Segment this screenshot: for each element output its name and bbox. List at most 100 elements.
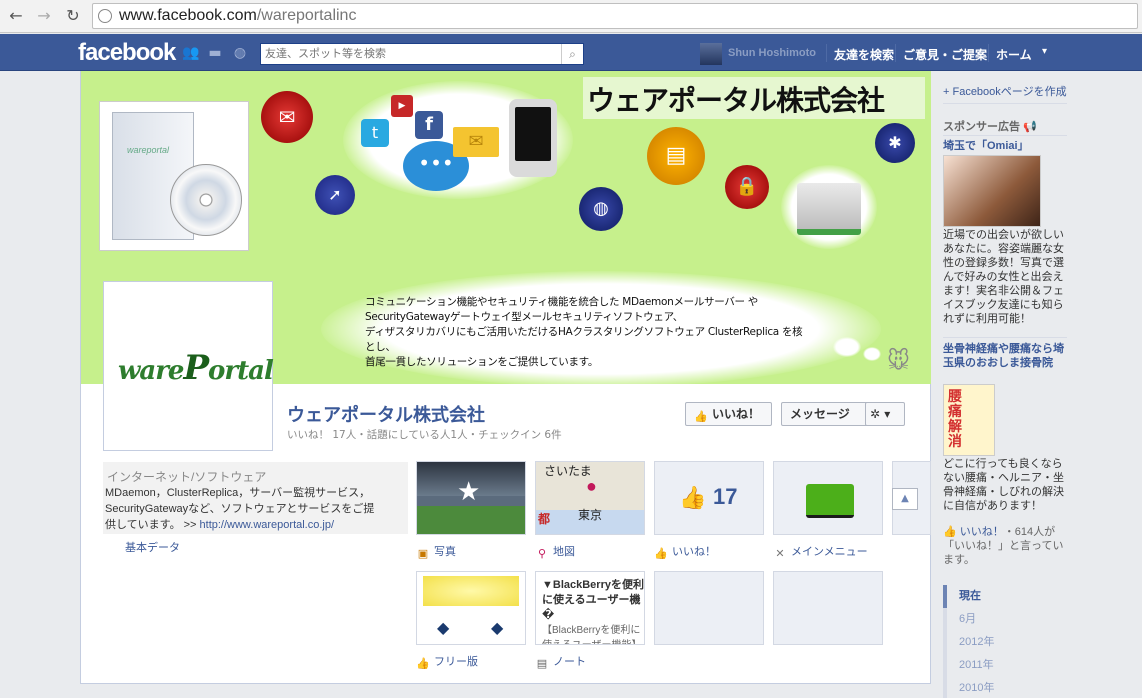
- user-name-link[interactable]: Shun Hoshimoto: [728, 47, 816, 59]
- likes-label: いいね！: [672, 546, 716, 558]
- page-title[interactable]: ウェアポータル株式会社: [287, 401, 485, 427]
- small-bubble: [863, 347, 881, 361]
- ad1-image[interactable]: [943, 155, 1041, 227]
- stadium-field: [417, 506, 525, 534]
- home-link[interactable]: ホーム: [996, 46, 1032, 63]
- logo-part: ware: [118, 356, 184, 386]
- page-main-column: ウェアポータル株式会社 wareportal ▶ t f ••• ✉ ✉ ➚ ◍…: [80, 71, 931, 684]
- messages-icon[interactable]: ▬: [207, 45, 223, 61]
- search-icon[interactable]: ⌕: [561, 44, 583, 64]
- free-version-tile[interactable]: ◆ ◆: [416, 571, 526, 645]
- mail-red-icon: ✉: [261, 91, 313, 143]
- divider: [988, 44, 989, 62]
- divider: [943, 337, 1067, 338]
- map-label-to: 都: [538, 512, 551, 526]
- page-category: インターネット/ソフトウェア: [107, 470, 267, 484]
- user-avatar[interactable]: [700, 43, 722, 65]
- timeline-item-2010[interactable]: 2010年: [943, 677, 1067, 698]
- divider: [895, 44, 896, 62]
- timeline-item-2011[interactable]: 2011年: [943, 654, 1067, 677]
- url-host: www.facebook.com: [119, 7, 257, 24]
- website-link[interactable]: http://www.wareportal.co.jp/: [200, 519, 335, 531]
- page-globe-icon: [98, 9, 112, 23]
- cover-description: コミュニケーション機能やセキュリティ機能を統合した MDaemonメールサーバー…: [365, 295, 805, 370]
- thumbs-up-icon: 👍: [943, 526, 957, 538]
- search-box: ⌕: [260, 43, 584, 65]
- server-cluster-icon: [797, 183, 861, 235]
- ad1-title[interactable]: 埼玉で「Omiai」: [943, 139, 1067, 153]
- free-version-tab[interactable]: 👍 フリー版: [416, 653, 478, 670]
- cover-line: コミュニケーション機能やセキュリティ機能を統合した MDaemonメールサーバー…: [365, 296, 758, 308]
- smartphone-icon: [509, 99, 557, 177]
- network-globe-icon: ➚: [315, 175, 355, 215]
- like-page-button[interactable]: 👍 いいね！: [685, 402, 772, 426]
- forward-arrow-icon[interactable]: →: [34, 6, 54, 26]
- likes-count: 17: [713, 484, 738, 509]
- like-icon: 👍: [654, 547, 668, 560]
- address-bar[interactable]: www.facebook.com/wareportalinc: [92, 3, 1138, 29]
- cover-line: SecurityGatewayゲートウェイ型メールセキュリティソフトウェア、: [365, 311, 683, 323]
- search-input[interactable]: [265, 46, 555, 62]
- main-menu-tile[interactable]: [773, 461, 883, 535]
- sponsored-label: スポンサー広告: [943, 121, 1020, 133]
- ad2-like-link[interactable]: いいね！: [960, 526, 1004, 538]
- feedback-link[interactable]: ご意見・ご提案: [903, 46, 987, 63]
- lock-icon: 🔒: [725, 165, 769, 209]
- profile-picture[interactable]: warePortal: [103, 281, 274, 451]
- ad1-text[interactable]: 近場での出会いが欲しいあなたに。容姿端麗な女性の登録多数！写真で選んで好みの女性…: [943, 228, 1067, 326]
- cd-disc: [170, 164, 242, 236]
- create-page-link[interactable]: + Facebookページを作成: [943, 83, 1067, 99]
- note-body: 【BlackBerryを便利に使えるユーザー機能】に: [542, 625, 642, 644]
- find-friends-link[interactable]: 友達を検索: [834, 46, 894, 63]
- twitter-icon: t: [361, 119, 389, 147]
- notes-tab[interactable]: ▤ ノート: [535, 653, 586, 670]
- back-arrow-icon[interactable]: ←: [6, 6, 26, 26]
- page-description: MDaemon，ClusterReplica，サーバー監視サービス，Securi…: [105, 485, 385, 533]
- ad2-image[interactable]: 腰痛解消: [943, 384, 995, 456]
- url-text[interactable]: www.facebook.com/wareportalinc: [119, 7, 356, 25]
- main-menu-tab[interactable]: ✕ メインメニュー: [773, 543, 867, 560]
- network-nodes-icon: ✱: [875, 123, 915, 163]
- cover-title: ウェアポータル株式会社: [587, 84, 885, 117]
- url-path: /wareportalinc: [256, 7, 357, 24]
- basic-info-link[interactable]: 基本データ: [125, 539, 180, 555]
- notifications-globe-icon[interactable]: ◍: [232, 45, 248, 61]
- sponsored-heading: スポンサー広告 📢: [943, 118, 1037, 134]
- likes-tile[interactable]: 👍 17: [654, 461, 764, 535]
- map-tile[interactable]: さいたま 東京 都 ●: [535, 461, 645, 535]
- timeline-item-2012[interactable]: 2012年: [943, 631, 1067, 654]
- timeline-nav: 現在 6月 2012年 2011年 2010年: [943, 585, 1067, 698]
- free-version-label: フリー版: [434, 656, 478, 668]
- ad2-text[interactable]: どこに行っても良くならない腰痛・ヘルニア・坐骨神経痛・しびれの解決に自信がありま…: [943, 457, 1067, 513]
- collapse-chevron-up-icon[interactable]: ▲: [892, 488, 918, 510]
- facebook-logo[interactable]: facebook: [78, 39, 176, 67]
- document-orange-icon: ▤: [647, 127, 705, 185]
- wareportal-logo: warePortal: [108, 286, 274, 446]
- likes-tab[interactable]: 👍 いいね！: [654, 543, 716, 560]
- facebook-f-icon: f: [415, 111, 443, 139]
- timeline-item-now[interactable]: 現在: [943, 585, 1067, 608]
- folder-icon: [806, 484, 854, 518]
- settings-gear-button[interactable]: ✲ ▾: [865, 402, 905, 426]
- page-stats: いいね！ 17人・話題にしている人1人・チェックイン 6件: [287, 429, 562, 441]
- ad2-title[interactable]: 坐骨神経痛や腰痛なら埼玉県のおおしま接骨院: [943, 342, 1067, 370]
- like-button-label: いいね！: [712, 407, 761, 421]
- account-menu-chevron-down-icon[interactable]: ▾: [1042, 46, 1047, 57]
- envelope-icon: ✉: [453, 127, 499, 157]
- notes-label: ノート: [553, 656, 586, 668]
- like-outline-icon: 👍: [416, 657, 430, 670]
- photos-tile[interactable]: ★: [416, 461, 526, 535]
- ad2-image-text: 腰痛解消: [948, 388, 962, 449]
- megaphone-icon: 📢: [1023, 121, 1037, 133]
- software-box-image: wareportal: [99, 101, 249, 251]
- friend-requests-icon[interactable]: 👥: [182, 45, 199, 61]
- divider: [943, 103, 1067, 104]
- reload-icon[interactable]: ↻: [63, 6, 83, 26]
- timeline-item-june[interactable]: 6月: [943, 608, 1067, 631]
- photos-tab[interactable]: ▣ 写真: [416, 543, 456, 560]
- photo-icon: ▣: [417, 547, 429, 560]
- message-button[interactable]: メッセージ: [781, 402, 869, 426]
- map-tab[interactable]: ⚲ 地図: [535, 543, 575, 560]
- notes-tile[interactable]: ▼BlackBerryを便利に使えるユーザー機� 【BlackBerryを便利に…: [535, 571, 645, 645]
- browser-toolbar: ← → ↻ www.facebook.com/wareportalinc: [0, 0, 1142, 33]
